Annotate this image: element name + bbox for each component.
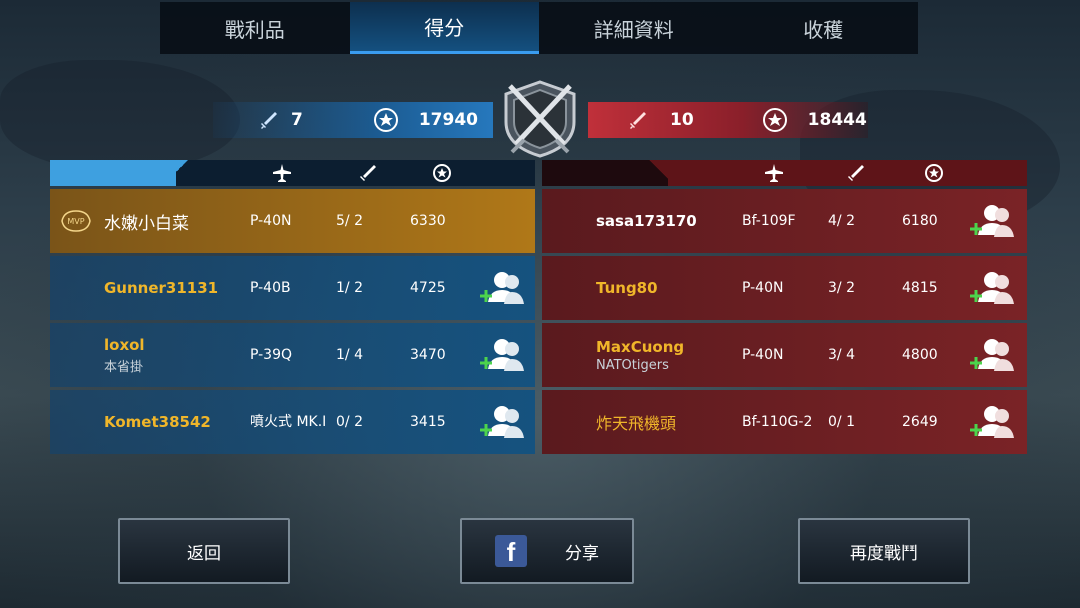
fight-again-button-label: 再度戰鬥 (850, 543, 918, 564)
add-friend-icon[interactable] (968, 335, 1016, 375)
tab-loot[interactable]: 戰利品 (160, 2, 350, 54)
player-score: 4725 (410, 280, 446, 296)
share-button-label: 分享 (565, 543, 599, 564)
player-name: loxol (104, 335, 145, 354)
background-plane-left (0, 60, 240, 170)
player-name: 水嫩小白菜 (104, 213, 189, 234)
plane-icon (273, 164, 291, 182)
add-friend-icon[interactable] (478, 335, 526, 375)
player-row-blue-1[interactable]: MVP 水嫩小白菜 P-40N 5/ 2 6330 (50, 189, 535, 253)
player-row-red-1[interactable]: sasa173170 Bf-109F 4/ 2 6180 (542, 189, 1027, 253)
plane-model: 噴火式 MK.I (250, 414, 327, 430)
kill-death: 1/ 4 (336, 347, 363, 363)
tab-details[interactable]: 詳細資料 (539, 2, 729, 54)
star-medal-icon (433, 164, 451, 182)
kill-death: 3/ 2 (828, 280, 855, 296)
player-row-blue-4[interactable]: Komet38542 噴火式 MK.I 0/ 2 3415 (50, 390, 535, 454)
blue-kills: 7 (291, 110, 303, 130)
player-name: MaxCuong (596, 337, 685, 356)
plane-model: P-40N (742, 347, 784, 363)
player-guild: 本省掛 (104, 359, 144, 375)
red-team-header (542, 160, 1027, 186)
star-medal-icon (925, 164, 943, 182)
star-medal-icon (762, 108, 787, 132)
red-team-panel: sasa173170 Bf-109F 4/ 2 6180 Tung80 P-40… (542, 160, 1027, 454)
red-team-score-bar: 10 18444 (588, 102, 868, 138)
fight-again-button[interactable]: 再度戰鬥 (798, 518, 970, 584)
player-row-blue-3[interactable]: loxol 本省掛 P-39Q 1/ 4 3470 (50, 323, 535, 387)
back-button-label: 返回 (187, 543, 221, 564)
player-name: sasa173170 (596, 212, 697, 230)
player-name: Komet38542 (104, 413, 211, 431)
plane-model: Bf-110G-2 (742, 414, 813, 430)
player-score: 2649 (902, 414, 938, 430)
sword-icon (360, 165, 376, 181)
add-friend-icon[interactable] (968, 268, 1016, 308)
facebook-icon: f (495, 535, 527, 567)
player-row-red-3[interactable]: MaxCuong NATOtigers P-40N 3/ 4 4800 (542, 323, 1027, 387)
tab-rewards[interactable]: 收穫 (729, 2, 919, 54)
player-score: 4800 (902, 347, 938, 363)
sword-icon (848, 165, 864, 181)
kill-death: 3/ 4 (828, 347, 855, 363)
kill-death: 0/ 2 (336, 414, 363, 430)
tab-score[interactable]: 得分 (349, 2, 539, 54)
add-friend-icon[interactable] (478, 402, 526, 442)
player-name: Tung80 (596, 279, 658, 297)
kill-death: 4/ 2 (828, 213, 855, 229)
add-friend-icon[interactable] (968, 402, 1016, 442)
player-score: 3470 (410, 347, 446, 363)
plane-icon (765, 164, 783, 182)
mvp-badge-label: MVP (67, 217, 84, 226)
player-score: 6330 (410, 213, 446, 229)
blue-points: 17940 (418, 110, 478, 130)
share-button[interactable]: f 分享 (460, 518, 634, 584)
player-guild: NATOtigers (596, 357, 669, 373)
player-name: 炸天飛機頭 (596, 414, 677, 433)
star-medal-icon (373, 108, 398, 132)
add-friend-icon[interactable] (968, 201, 1016, 241)
player-name: Gunner31131 (104, 279, 219, 297)
blue-team-header (50, 160, 535, 186)
plane-model: P-40B (250, 280, 291, 296)
back-button[interactable]: 返回 (118, 518, 290, 584)
blue-team-score-bar: 7 17940 (213, 102, 493, 138)
blue-team-panel: MVP 水嫩小白菜 P-40N 5/ 2 6330 Gunner31131 P-… (50, 160, 535, 454)
red-points: 18444 (807, 110, 867, 130)
mvp-badge-icon: MVP (61, 210, 91, 232)
player-row-blue-2[interactable]: Gunner31131 P-40B 1/ 2 4725 (50, 256, 535, 320)
player-score: 3415 (410, 414, 446, 430)
add-friend-icon[interactable] (478, 268, 526, 308)
kill-death: 1/ 2 (336, 280, 363, 296)
player-row-red-4[interactable]: 炸天飛機頭 Bf-110G-2 0/ 1 2649 (542, 390, 1027, 454)
kill-death: 0/ 1 (828, 414, 855, 430)
plane-model: Bf-109F (742, 213, 796, 229)
crossed-swords-emblem-icon (504, 80, 576, 158)
player-row-red-2[interactable]: Tung80 P-40N 3/ 2 4815 (542, 256, 1027, 320)
red-kills: 10 (670, 110, 694, 130)
kill-death: 5/ 2 (336, 213, 363, 229)
player-score: 6180 (902, 213, 938, 229)
plane-model: P-39Q (250, 347, 293, 363)
plane-model: P-40N (742, 280, 784, 296)
plane-model: P-40N (250, 213, 292, 229)
player-score: 4815 (902, 280, 938, 296)
tab-bar: 戰利品 得分 詳細資料 收穫 (160, 2, 918, 54)
sword-icon (261, 112, 277, 129)
sword-icon (630, 112, 646, 129)
